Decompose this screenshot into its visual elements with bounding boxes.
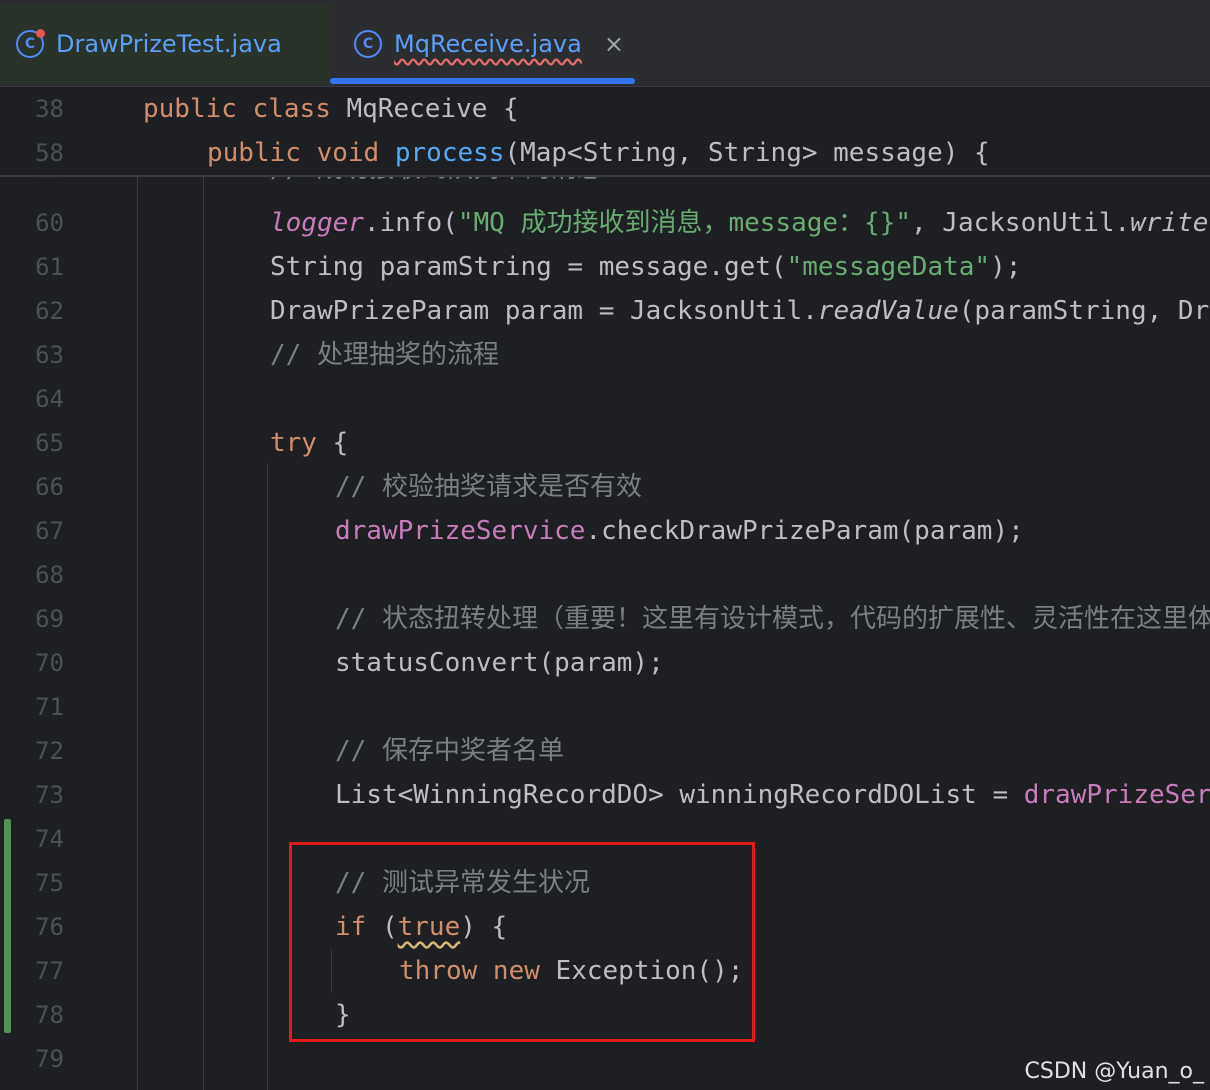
code-token: process — [394, 138, 505, 168]
code-text[interactable]: // 处理抽奖的流程 — [270, 333, 499, 377]
sticky-lines-header[interactable]: 38 public class MqReceive { 58 public void … — [0, 87, 1210, 177]
code-token: public — [143, 94, 253, 124]
class-icon: C — [354, 30, 382, 58]
tab-drawprizetest[interactable]: C DrawPrizeTest.java — [0, 4, 330, 84]
code-token: DrawPrizeParam param = JacksonUtil. — [270, 296, 818, 326]
code-token: public — [207, 138, 317, 168]
code-line[interactable]: 70 statusConvert(param); — [0, 641, 1210, 685]
code-token: MqReceive { — [346, 94, 519, 124]
code-text[interactable]: DrawPrizeParam param = JacksonUtil.readV… — [270, 289, 1210, 333]
code-token: class — [252, 94, 347, 124]
tab-label: DrawPrizeTest.java — [56, 30, 282, 58]
line-number[interactable]: 75 — [0, 861, 64, 905]
code-line[interactable]: 60 logger.info("MQ 成功接收到消息，message：{}", J… — [0, 201, 1210, 245]
code-token: writeValueAsString — [1130, 208, 1210, 238]
code-line[interactable]: 58 public void process(Map<String, String… — [0, 131, 1210, 175]
code-line[interactable]: 71 — [0, 685, 1210, 729]
code-token: void — [316, 138, 395, 168]
code-token: // 保存中奖者名单 — [335, 736, 564, 766]
tab-label: MqReceive.java — [394, 30, 582, 58]
watermark: CSDN @Yuan_o_ — [1024, 1059, 1204, 1084]
code-text[interactable]: public class MqReceive { — [143, 87, 519, 131]
line-number[interactable]: 72 — [0, 729, 64, 773]
code-token: , JacksonUtil. — [911, 208, 1131, 238]
line-number[interactable]: 70 — [0, 641, 64, 685]
line-number[interactable]: 65 — [0, 421, 64, 465]
code-token: logger — [270, 208, 364, 238]
class-icon: C — [16, 29, 45, 58]
code-text[interactable]: try { — [270, 421, 348, 465]
code-token: drawPrizeService — [335, 516, 586, 546]
editor-tab-bar: C DrawPrizeTest.java C MqReceive.java × — [0, 0, 1210, 87]
code-line[interactable]: 62 DrawPrizeParam param = JacksonUtil.rea… — [0, 289, 1210, 333]
line-number[interactable]: 78 — [0, 993, 64, 1037]
code-text[interactable]: String paramString = message.get("messag… — [270, 245, 1021, 289]
code-token: // 校验抽奖请求是否有效 — [335, 472, 642, 502]
code-text[interactable]: logger.info("MQ 成功接收到消息，message：{}", Jac… — [270, 201, 1210, 245]
code-token: { — [332, 428, 349, 458]
line-number[interactable]: 64 — [0, 377, 64, 421]
code-line[interactable]: 65 try { — [0, 421, 1210, 465]
code-editor[interactable]: 59// 成功接收到队列中的消息60logger.info("MQ 成功接收到消… — [0, 87, 1210, 1090]
code-text[interactable]: // 状态扭转处理（重要！这里有设计模式，代码的扩展性、灵活性在这里体现） — [335, 597, 1210, 641]
code-line[interactable]: 61 String paramString = message.get("mess… — [0, 245, 1210, 289]
line-number[interactable]: 77 — [0, 949, 64, 993]
code-token: .info( — [363, 208, 458, 238]
highlight-annotation-box — [289, 842, 755, 1042]
code-line[interactable]: 66 // 校验抽奖请求是否有效 — [0, 465, 1210, 509]
line-number[interactable]: 66 — [0, 465, 64, 509]
code-line[interactable]: 63 // 处理抽奖的流程 — [0, 333, 1210, 377]
code-token: String paramString = message.get( — [270, 252, 787, 282]
code-token: try — [270, 428, 333, 458]
code-text[interactable]: public void process(Map<String, String> … — [207, 131, 990, 175]
code-line[interactable]: 67 drawPrizeService.checkDrawPrizeParam(p… — [0, 509, 1210, 553]
line-number[interactable]: 63 — [0, 333, 64, 377]
close-icon[interactable]: × — [604, 30, 624, 58]
code-text[interactable]: statusConvert(param); — [335, 641, 664, 685]
code-line[interactable]: 68 — [0, 553, 1210, 597]
code-text[interactable]: List<WinningRecordDO> winningRecordDOLis… — [335, 773, 1210, 817]
code-token: ); — [990, 252, 1022, 282]
line-number[interactable]: 69 — [0, 597, 64, 641]
code-line[interactable]: 64 — [0, 377, 1210, 421]
code-token: (paramString, DrawPrizeParam.class); — [958, 296, 1210, 326]
code-token: statusConvert(param); — [335, 648, 664, 678]
code-token: "messageData" — [786, 252, 991, 282]
code-line[interactable]: 73 List<WinningRecordDO> winningRecordDOL… — [0, 773, 1210, 817]
code-token: // 状态扭转处理（重要！这里有设计模式，代码的扩展性、灵活性在这里体现） — [335, 604, 1210, 634]
code-text[interactable]: // 校验抽奖请求是否有效 — [335, 465, 642, 509]
line-number[interactable]: 58 — [0, 131, 64, 175]
line-number[interactable]: 60 — [0, 201, 64, 245]
line-number[interactable]: 76 — [0, 905, 64, 949]
code-line[interactable]: 69 // 状态扭转处理（重要！这里有设计模式，代码的扩展性、灵活性在这里体现） — [0, 597, 1210, 641]
code-token: drawPrizeService — [1023, 780, 1210, 810]
code-token: List<WinningRecordDO> winningRecordDOLis… — [335, 780, 1024, 810]
line-number[interactable]: 79 — [0, 1037, 64, 1081]
line-number[interactable]: 62 — [0, 289, 64, 333]
line-number[interactable]: 61 — [0, 245, 64, 289]
line-number[interactable]: 71 — [0, 685, 64, 729]
line-number[interactable]: 73 — [0, 773, 64, 817]
code-token: (Map<String, String> message) { — [504, 138, 990, 168]
code-token: .checkDrawPrizeParam(param); — [585, 516, 1024, 546]
line-number[interactable]: 74 — [0, 817, 64, 861]
code-token: readValue — [817, 296, 959, 326]
line-number[interactable]: 68 — [0, 553, 64, 597]
code-token: // 处理抽奖的流程 — [270, 340, 499, 370]
line-number[interactable]: 67 — [0, 509, 64, 553]
code-line[interactable]: 38 public class MqReceive { — [0, 87, 1210, 131]
line-number[interactable]: 38 — [0, 87, 64, 131]
code-line[interactable]: 72 // 保存中奖者名单 — [0, 729, 1210, 773]
code-text[interactable]: // 保存中奖者名单 — [335, 729, 564, 773]
code-text[interactable]: drawPrizeService.checkDrawPrizeParam(par… — [335, 509, 1024, 553]
code-token: "MQ 成功接收到消息，message：{}" — [457, 208, 911, 238]
tab-mqreceive[interactable]: C MqReceive.java × — [330, 4, 635, 84]
